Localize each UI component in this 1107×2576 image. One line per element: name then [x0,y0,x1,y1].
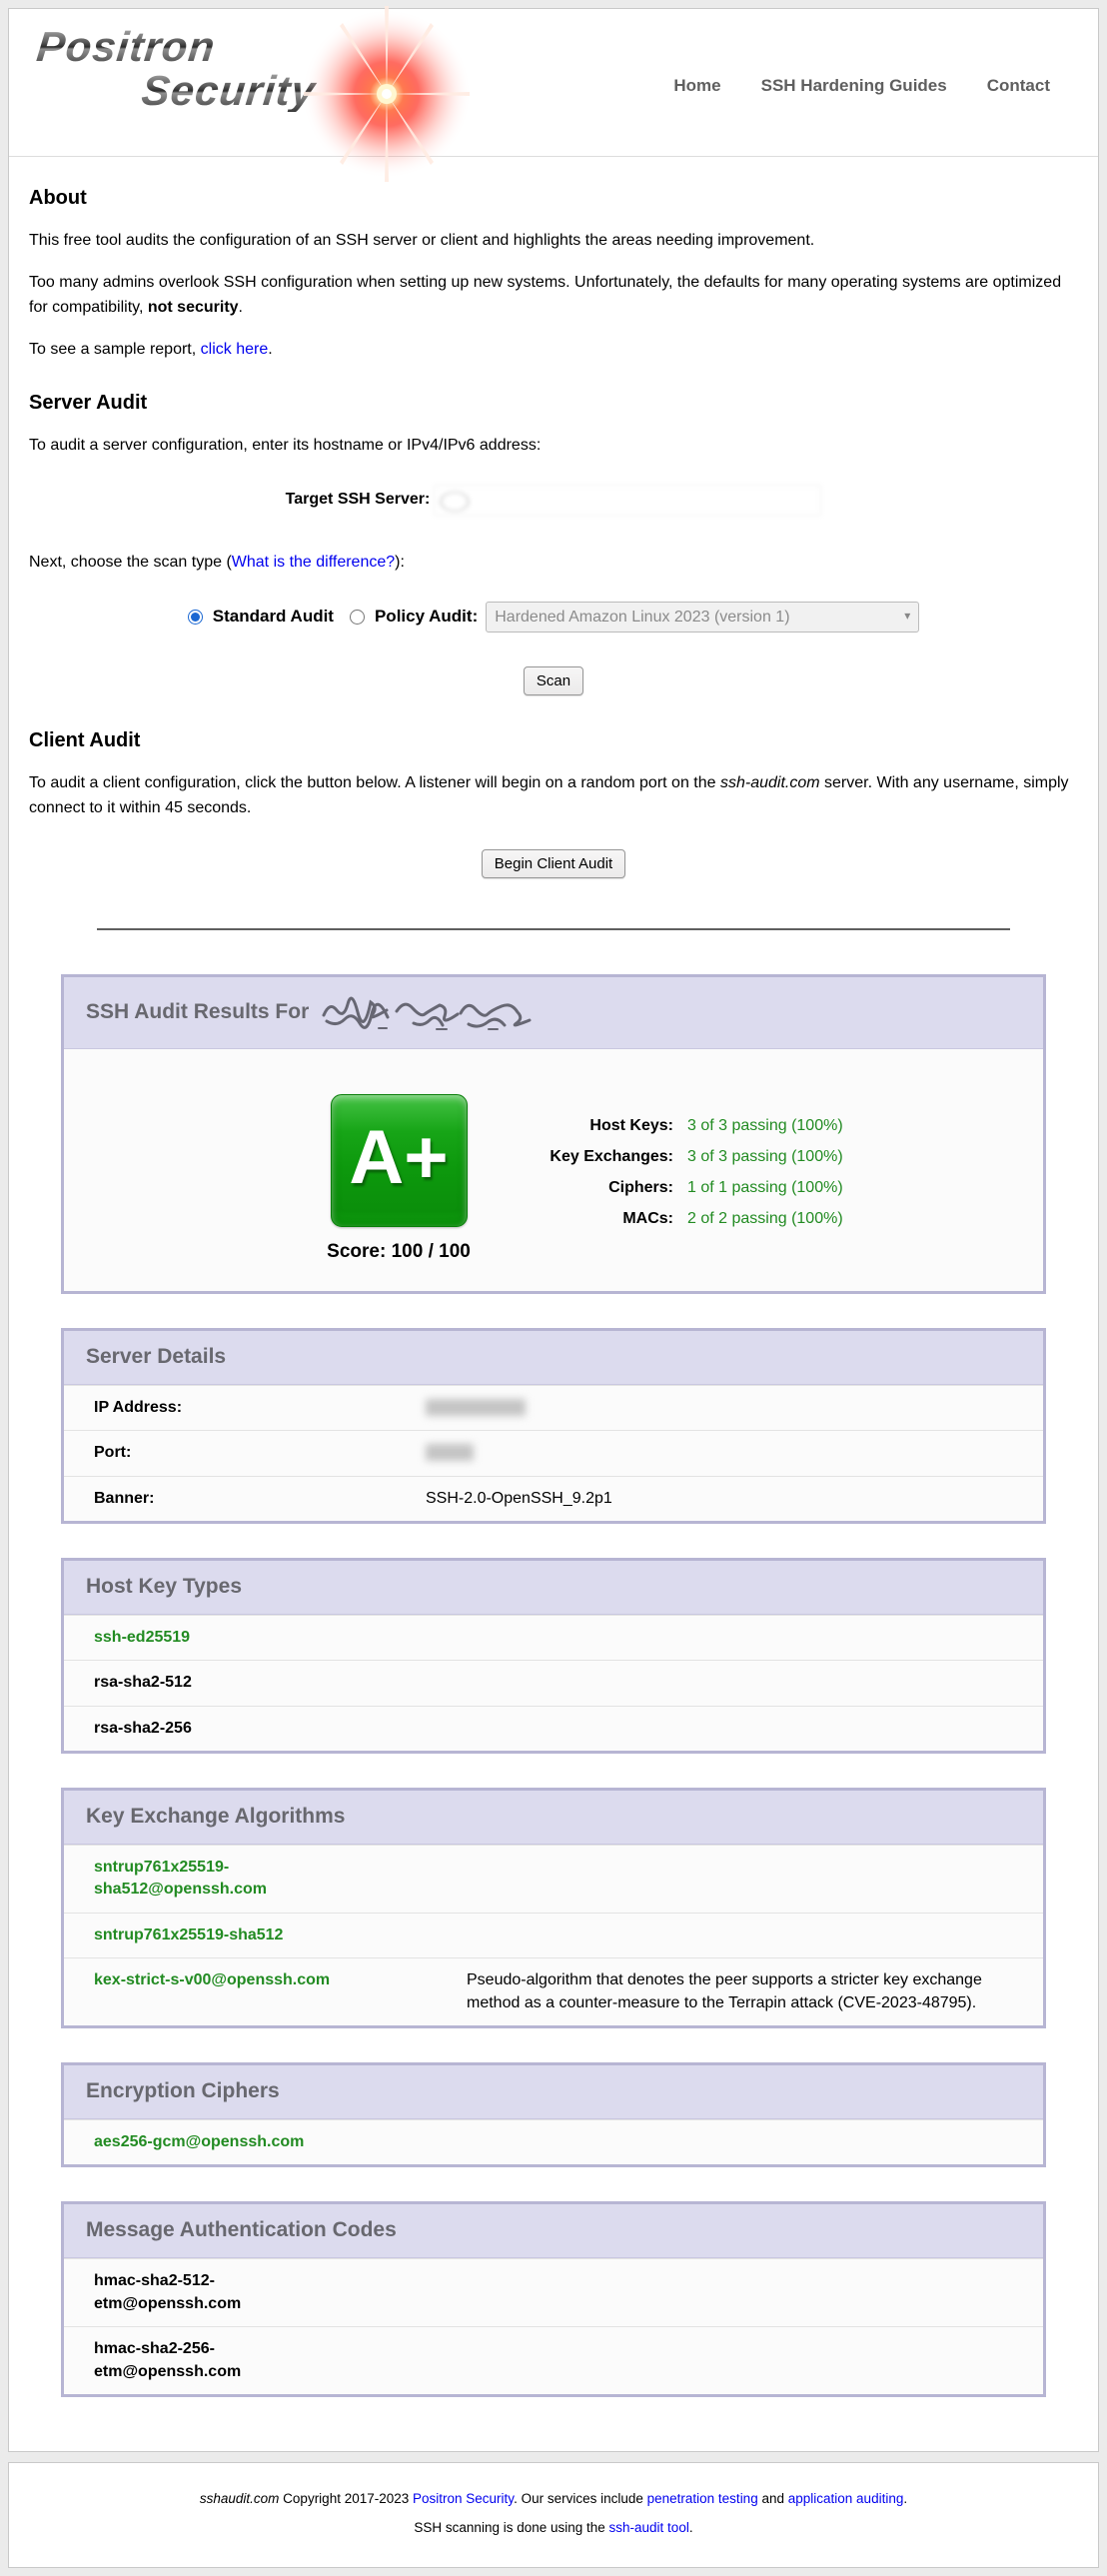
macs-header: Message Authentication Codes [64,2204,1043,2258]
begin-client-audit-button[interactable]: Begin Client Audit [482,849,625,878]
stat-row-macs: MACs: 2 of 2 passing (100%) [549,1203,843,1234]
detail-row-banner: Banner: SSH-2.0-OpenSSH_9.2p1 [64,1476,1043,1521]
about-paragraph-1: This free tool audits the configuration … [29,228,1078,254]
encryption-ciphers-panel: Encryption Ciphers aes256-gcm@openssh.co… [61,2062,1046,2167]
standard-audit-label: Standard Audit [213,607,334,627]
host-key-row: ssh-ed25519 [64,1615,1043,1660]
about-heading: About [29,187,1078,210]
kex-row: sntrup761x25519-sha512 [64,1913,1043,1957]
scan-type-radio-row: Standard Audit Policy Audit: Hardened Am… [29,602,1078,633]
server-details-panel: Server Details IP Address: Port: Banner:… [61,1328,1046,1524]
host-key-row: rsa-sha2-256 [64,1706,1043,1751]
nav-ssh-hardening-guides[interactable]: SSH Hardening Guides [761,76,947,96]
results-body: A+ Score: 100 / 100 Host Keys: 3 of 3 pa… [64,1049,1043,1291]
detail-row-port: Port: [64,1430,1043,1475]
nav-home[interactable]: Home [673,76,720,96]
results-title: SSH Audit Results For [86,1000,309,1024]
host-key-row: rsa-sha2-512 [64,1660,1043,1705]
main-nav: Home SSH Hardening Guides Contact [673,76,1050,96]
detail-row-ip: IP Address: [64,1385,1043,1430]
results-panel-header: SSH Audit Results For [64,977,1043,1049]
redacted-ip-value [426,1399,526,1416]
grade-badge: A+ [331,1094,468,1227]
stat-row-ciphers: Ciphers: 1 of 1 passing (100%) [549,1172,843,1203]
macs-panel: Message Authentication Codes hmac-sha2-5… [61,2201,1046,2397]
scan-type-difference-link[interactable]: What is the difference? [232,554,395,571]
standard-audit-radio[interactable] [188,610,203,625]
logo-text-line2: Security [140,70,469,112]
ssh-audit-results-panel: SSH Audit Results For A+ S [61,974,1046,1294]
key-exchange-header: Key Exchange Algorithms [64,1791,1043,1845]
client-audit-paragraph: To audit a client configuration, click t… [29,770,1078,821]
host-key-types-panel: Host Key Types ssh-ed25519 rsa-sha2-512 … [61,1558,1046,1754]
results-stats: Host Keys: 3 of 3 passing (100%) Key Exc… [549,1094,843,1263]
policy-audit-radio[interactable] [350,610,365,625]
kex-row: sntrup761x25519-sha512@openssh.com [64,1845,1043,1913]
footer-ssh-audit-tool-link[interactable]: ssh-audit tool [609,2520,689,2535]
footer-penetration-testing-link[interactable]: penetration testing [647,2491,758,2506]
about-paragraph-2: Too many admins overlook SSH configurati… [29,270,1078,321]
server-audit-heading: Server Audit [29,392,1078,415]
policy-select[interactable]: Hardened Amazon Linux 2023 (version 1) [486,602,919,633]
target-ssh-server-label: Target SSH Server: [286,491,431,509]
client-audit-heading: Client Audit [29,729,1078,752]
target-server-row: Target SSH Server: [29,485,1078,516]
banner-value: SSH-2.0-OpenSSH_9.2p1 [426,1488,612,1510]
nav-contact[interactable]: Contact [987,76,1050,96]
sample-report-link[interactable]: click here [201,341,269,358]
redacted-port-value [426,1444,474,1461]
positron-security-logo[interactable]: Positron Security [37,26,467,146]
footer-line-1: sshaudit.com Copyright 2017-2023 Positro… [19,2491,1088,2506]
site-footer: sshaudit.com Copyright 2017-2023 Positro… [8,2462,1099,2568]
kex-row: kex-strict-s-v00@openssh.com Pseudo-algo… [64,1957,1043,2025]
site-header: Positron Security [9,9,1098,157]
grade-letter: A+ [349,1120,448,1196]
redacted-hostname-scribble [319,993,544,1033]
section-divider [97,928,1010,930]
host-key-types-header: Host Key Types [64,1561,1043,1615]
server-details-header: Server Details [64,1331,1043,1385]
logo-text-line1: Positron [35,26,469,68]
target-ssh-server-input[interactable] [434,485,821,516]
scan-type-line: Next, choose the scan type (What is the … [29,550,1078,576]
sample-report-line: To see a sample report, click here. [29,337,1078,363]
footer-application-auditing-link[interactable]: application auditing [788,2491,904,2506]
score-text: Score: 100 / 100 [327,1241,471,1263]
server-audit-instruction: To audit a server configuration, enter i… [29,433,1078,459]
ssh-audit-domain-italic: ssh-audit.com [720,774,820,791]
stat-row-host-keys: Host Keys: 3 of 3 passing (100%) [549,1110,843,1141]
footer-line-2: SSH scanning is done using the ssh-audit… [19,2520,1088,2535]
scan-button[interactable]: Scan [524,666,583,695]
encryption-ciphers-header: Encryption Ciphers [64,2065,1043,2119]
not-security-bold: not security [148,299,239,316]
kex-note-terrapin: Pseudo-algorithm that denotes the peer s… [384,1969,1043,2014]
main-container: Positron Security [8,8,1099,2452]
cipher-row: aes256-gcm@openssh.com [64,2119,1043,2164]
policy-audit-label: Policy Audit: [375,607,478,627]
key-exchange-panel: Key Exchange Algorithms sntrup761x25519-… [61,1788,1046,2028]
mac-row: hmac-sha2-256-etm@openssh.com [64,2326,1043,2394]
mac-row: hmac-sha2-512-etm@openssh.com [64,2258,1043,2326]
footer-positron-security-link[interactable]: Positron Security [413,2491,514,2506]
stat-row-key-exchanges: Key Exchanges: 3 of 3 passing (100%) [549,1141,843,1172]
